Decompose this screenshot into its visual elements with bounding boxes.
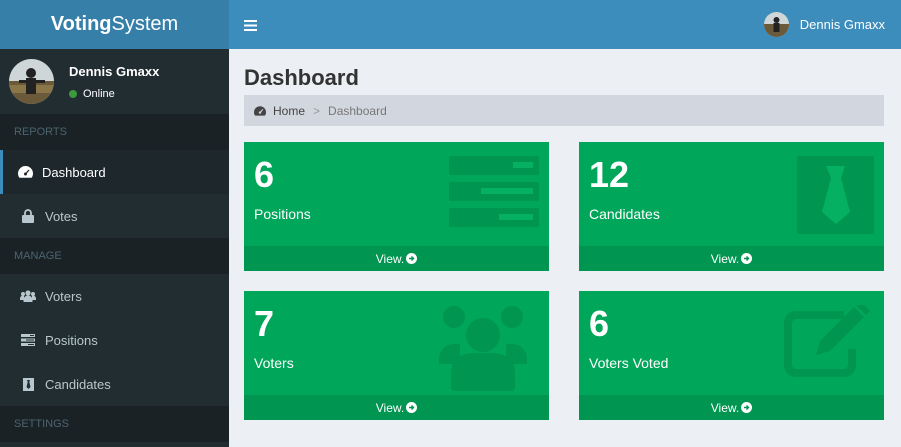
users-icon (20, 288, 36, 304)
voters-count: 7 (254, 303, 275, 344)
dashboard-icon (254, 105, 266, 116)
positions-label: Positions (254, 206, 311, 222)
user-menu[interactable]: Dennis Gmaxx (763, 12, 885, 37)
sidebar-item-label: Votes (45, 208, 78, 224)
arrow-circle-right-icon (741, 253, 753, 264)
candidates-stat-box: 12 Candidates View. (579, 142, 884, 271)
user-status-label: Online (83, 87, 115, 100)
tie-icon (797, 156, 874, 239)
avatar (9, 59, 54, 104)
tie-icon (20, 376, 36, 392)
candidates-label: Candidates (589, 206, 660, 222)
logo-bold-text: Voting (50, 13, 112, 35)
candidates-count: 12 (589, 154, 630, 195)
tasks-icon (20, 332, 36, 348)
page-title: Dashboard (244, 65, 359, 90)
voters-label: Voters (254, 355, 294, 371)
candidates-view-link[interactable]: View. (579, 246, 884, 271)
sidebar-user-name: Dennis Gmaxx (69, 63, 160, 79)
voters-voted-stat-box: 6 Voters Voted View. (579, 291, 884, 420)
sidebar-toggle-icon[interactable] (244, 18, 257, 31)
sidebar-item-votes[interactable]: Votes (0, 194, 229, 238)
user-panel: Dennis Gmaxx Online (0, 49, 229, 114)
sidebar-item-voters[interactable]: Voters (0, 274, 229, 318)
user-status: Online (69, 88, 159, 100)
lock-icon (20, 208, 36, 224)
logo-rest-text: System (111, 13, 179, 35)
view-link-label: View. (710, 251, 740, 266)
view-link-label: View. (710, 400, 740, 415)
breadcrumb-separator: > (313, 103, 321, 118)
sidebar-item-label: Candidates (45, 376, 111, 392)
arrow-circle-right-icon (406, 253, 418, 264)
sidebar-item-label: Voters (45, 288, 82, 304)
avatar (763, 12, 789, 37)
positions-count: 6 (254, 154, 275, 195)
view-link-label: View. (375, 251, 405, 266)
voters-voted-label: Voters Voted (589, 355, 669, 371)
sidebar: Voting System Dennis Gmaxx Online REPORTS (0, 0, 229, 447)
positions-view-link[interactable]: View. (244, 246, 549, 271)
menu-header-manage: MANAGE (0, 238, 229, 274)
voters-stat-box: 7 Voters View. (244, 291, 549, 420)
breadcrumb-current: Dashboard (328, 103, 387, 118)
sidebar-item-candidates[interactable]: Candidates (0, 362, 229, 406)
sidebar-item-label: Positions (45, 332, 98, 348)
tasks-icon (449, 156, 539, 233)
arrow-circle-right-icon (406, 402, 418, 413)
top-user-name: Dennis Gmaxx (799, 17, 885, 32)
voters-view-link[interactable]: View. (244, 395, 549, 420)
positions-stat-box: 6 Positions View. (244, 142, 549, 271)
sidebar-item-label: Dashboard (42, 164, 106, 180)
arrow-circle-right-icon (741, 402, 753, 413)
main-content: Dashboard Home > Dashboard 6 Positions V… (229, 49, 901, 447)
menu-header-settings: SETTINGS (0, 406, 229, 442)
online-dot-icon (69, 89, 77, 98)
users-icon (437, 299, 529, 396)
edit-icon (784, 301, 874, 382)
dashboard-icon (17, 164, 33, 180)
voters-voted-count: 6 (589, 303, 610, 344)
app-logo[interactable]: Voting System (0, 0, 229, 49)
view-link-label: View. (375, 400, 405, 415)
voters-voted-view-link[interactable]: View. (579, 395, 884, 420)
sidebar-item-positions[interactable]: Positions (0, 318, 229, 362)
breadcrumb: Home > Dashboard (244, 95, 884, 126)
sidebar-item-dashboard[interactable]: Dashboard (0, 150, 229, 194)
top-navbar: Dennis Gmaxx (229, 0, 901, 49)
breadcrumb-home-link[interactable]: Home (273, 104, 305, 118)
menu-header-reports: REPORTS (0, 114, 229, 150)
